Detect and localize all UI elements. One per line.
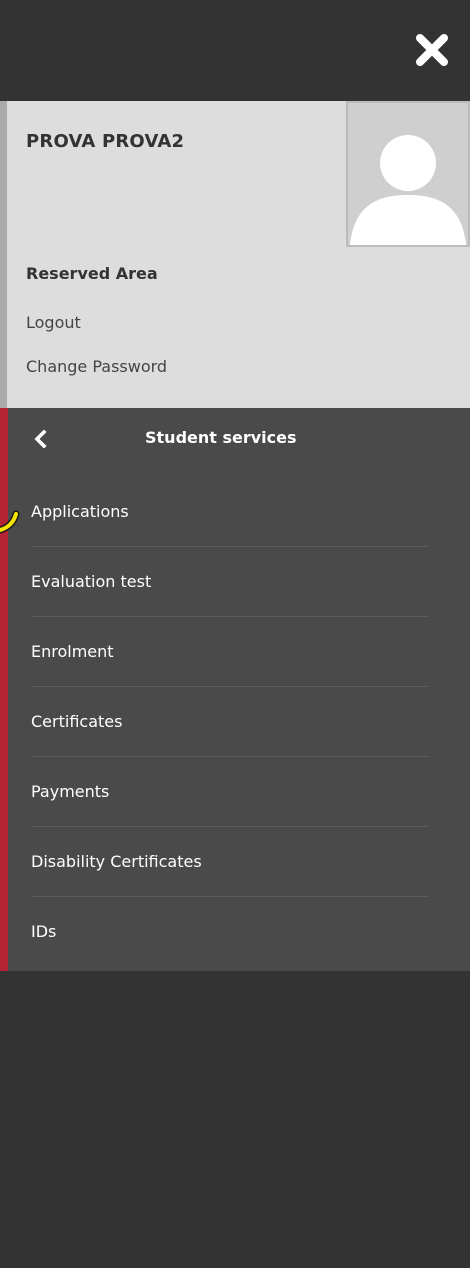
- menu-item-label: Certificates: [31, 712, 123, 731]
- menu-item-label: Evaluation test: [31, 572, 152, 591]
- menu-item-payments[interactable]: Payments: [31, 757, 428, 827]
- menu-item-label: IDs: [31, 922, 57, 941]
- empty-background-area: [0, 971, 470, 1268]
- menu-item-evaluation-test[interactable]: Evaluation test: [31, 547, 428, 617]
- logout-link[interactable]: Logout: [26, 313, 81, 332]
- reserved-area-title: Reserved Area: [26, 264, 158, 283]
- menu-item-disability-certificates[interactable]: Disability Certificates: [31, 827, 428, 897]
- menu-item-label: Applications: [31, 502, 129, 521]
- student-services-panel: Student services Applications Evaluation…: [0, 408, 470, 971]
- menu-item-ids[interactable]: IDs: [31, 897, 428, 967]
- close-menu-button[interactable]: [412, 30, 452, 70]
- user-name: PROVA PROVA2: [26, 131, 185, 152]
- services-header: Student services: [8, 408, 470, 470]
- avatar: [346, 101, 470, 247]
- services-menu: Applications Evaluation test Enrolment C…: [8, 477, 470, 967]
- chevron-left-icon: [34, 430, 47, 448]
- user-avatar-icon: [350, 135, 466, 245]
- menu-item-enrolment[interactable]: Enrolment: [31, 617, 428, 687]
- close-x-icon: [416, 34, 448, 66]
- user-panel: PROVA PROVA2 Reserved Area Logout Change…: [0, 101, 470, 408]
- top-bar: [0, 0, 470, 101]
- menu-item-label: Disability Certificates: [31, 852, 202, 871]
- menu-item-label: Enrolment: [31, 642, 114, 661]
- highlight-pointer-icon: [0, 510, 20, 534]
- services-title: Student services: [145, 428, 297, 447]
- change-password-link[interactable]: Change Password: [26, 357, 167, 376]
- menu-item-applications[interactable]: Applications: [31, 477, 428, 547]
- back-button[interactable]: [28, 426, 54, 452]
- menu-item-certificates[interactable]: Certificates: [31, 687, 428, 757]
- menu-item-label: Payments: [31, 782, 110, 801]
